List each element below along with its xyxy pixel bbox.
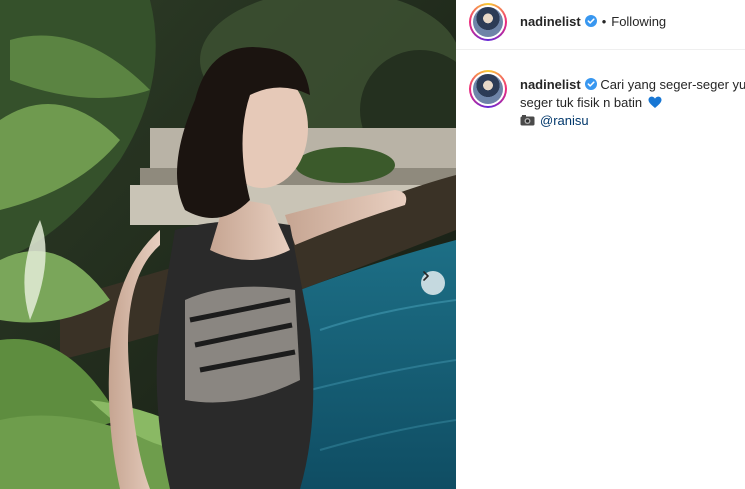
caption-line-1: Cari yang seger-seger yu: [600, 77, 745, 92]
mention-link[interactable]: @ranisu: [540, 113, 589, 128]
caption-username[interactable]: nadinelist: [520, 77, 581, 92]
next-image-button[interactable]: [421, 271, 445, 295]
caption-text: nadinelist Cari yang seger-seger yu sege…: [520, 76, 745, 130]
post-image: [0, 0, 456, 489]
header-username[interactable]: nadinelist: [520, 14, 581, 29]
camera-icon: [520, 115, 535, 126]
post-photo[interactable]: [0, 0, 456, 489]
caption-avatar[interactable]: [469, 70, 507, 108]
post-side-panel: nadinelist • Following nadinelist Cari yan…: [456, 0, 745, 489]
caption-line-2: seger tuk fisik n batin: [520, 95, 643, 110]
separator-dot: •: [601, 14, 607, 29]
avatar[interactable]: [469, 3, 507, 41]
post-header: nadinelist • Following: [456, 0, 745, 50]
following-button[interactable]: Following: [611, 14, 666, 29]
blue-heart-icon: [648, 96, 662, 108]
chevron-right-icon: [423, 271, 429, 281]
verified-badge-icon: [584, 15, 597, 27]
verified-badge-icon: [584, 78, 597, 90]
header-user-line: nadinelist • Following: [520, 14, 666, 29]
